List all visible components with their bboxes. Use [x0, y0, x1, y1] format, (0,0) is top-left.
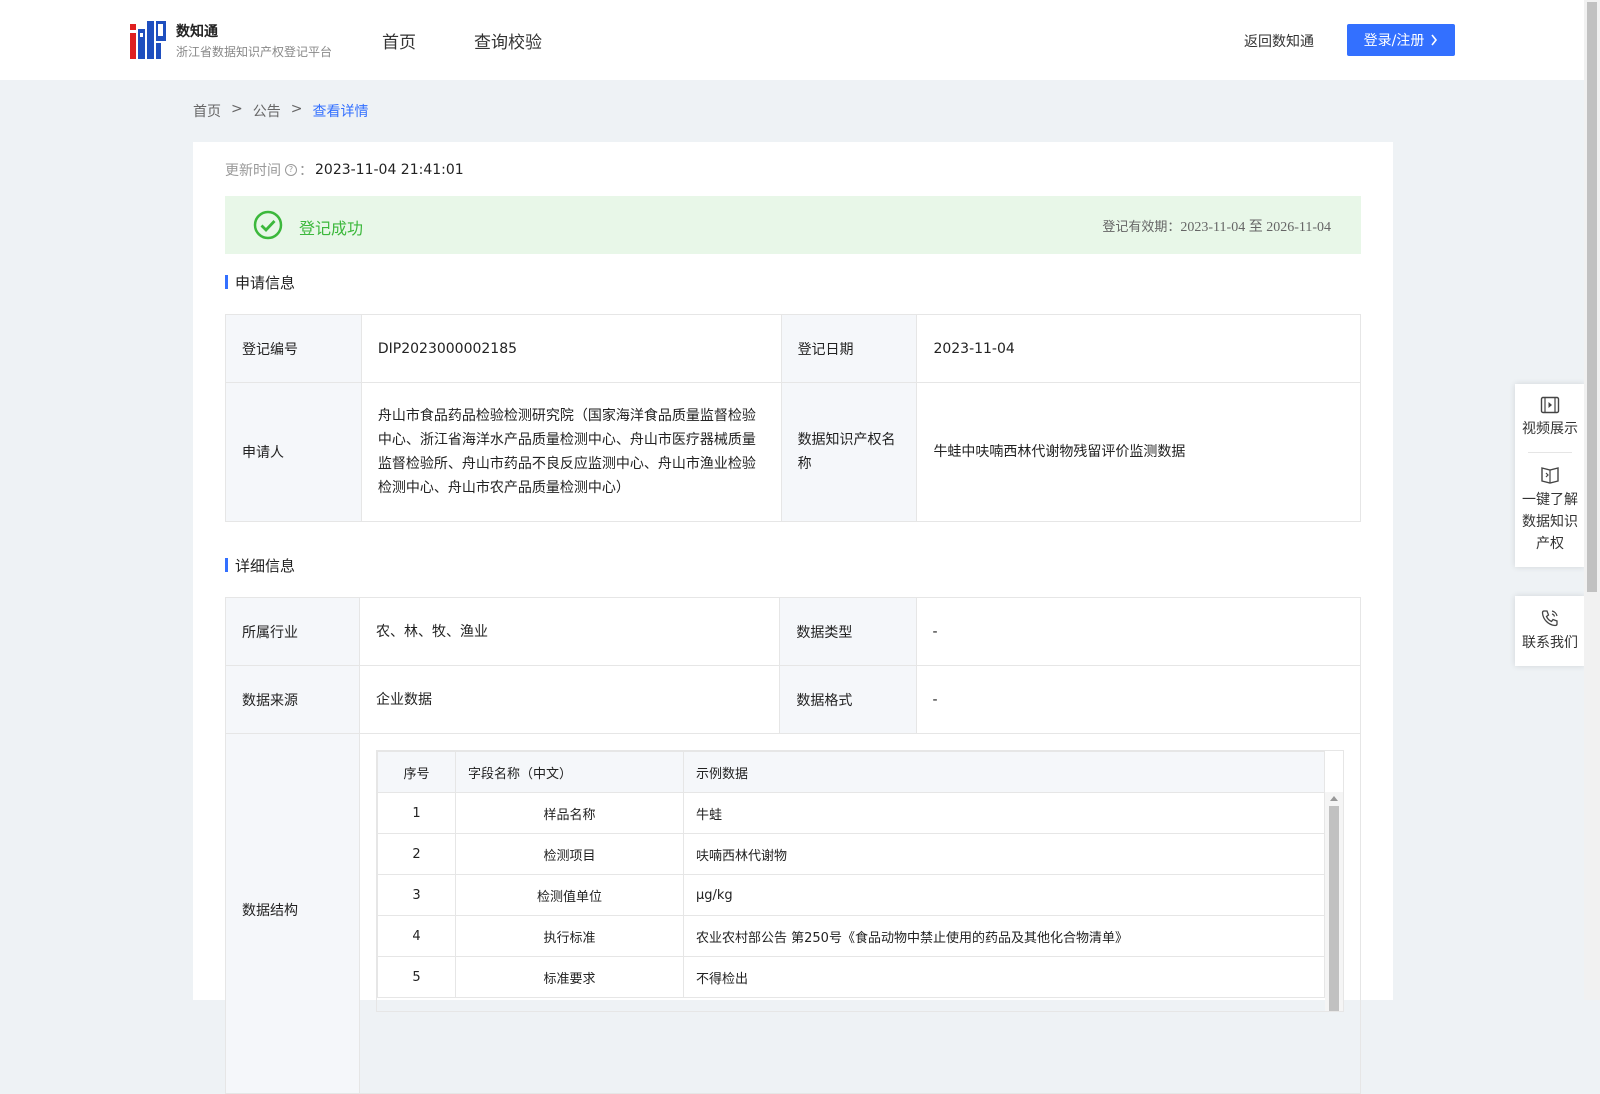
industry-label: 所属行业 — [225, 597, 360, 666]
column-header-sample: 示例数据 — [683, 751, 1325, 793]
back-to-shuzhitong-link[interactable]: 返回数知通 — [1244, 31, 1314, 51]
table-row: 1 样品名称 牛蛙 — [377, 792, 1325, 834]
row-index: 1 — [377, 792, 456, 834]
ip-name-label: 数据知识产权名称 — [780, 382, 918, 522]
registration-status-banner: 登记成功 登记有效期：2023-11-04 至 2026-11-04 — [225, 196, 1361, 254]
table-row: 申请人 舟山市食品药品检验检测研究院（国家海洋食品质量监督检验中心、浙江省海洋水… — [225, 382, 1361, 522]
detail-info-table: 所属行业 农、林、牧、渔业 数据类型 - 数据来源 企业数据 数据格式 - 数据… — [225, 597, 1362, 1094]
row-sample: μg/kg — [683, 874, 1325, 916]
table-row: 数据结构 序号 字段名称（中文） 示例数据 1 样品名称 牛蛙 2 检测项目 呋… — [225, 733, 1361, 1094]
floating-help-panel: 视频展示 一键了解 数据知识 产权 — [1515, 384, 1585, 567]
row-index: 2 — [377, 833, 456, 875]
row-field-name: 标准要求 — [455, 956, 684, 998]
nav-query-verify[interactable]: 查询校验 — [474, 28, 542, 53]
table-row: 所属行业 农、林、牧、渔业 数据类型 - — [225, 597, 1362, 666]
scrollbar-thumb[interactable] — [1329, 806, 1339, 1011]
breadcrumb-current: 查看详情 — [312, 104, 369, 120]
structure-label: 数据结构 — [225, 733, 360, 1094]
platform-logo[interactable] — [130, 21, 166, 59]
update-time-value: 2023-11-04 21:41:01 — [315, 162, 464, 178]
structure-table: 序号 字段名称（中文） 示例数据 1 样品名称 牛蛙 2 检测项目 呋喃西林代谢… — [377, 751, 1325, 998]
learn-data-ip-button[interactable]: 一键了解 数据知识 产权 — [1515, 453, 1585, 567]
reg-date-value: 2023-11-04 — [916, 314, 1361, 383]
detail-card: 更新时间 ? ： 2023-11-04 21:41:01 登记成功 登记有效期：… — [193, 142, 1393, 1094]
breadcrumb-home[interactable]: 首页 — [193, 101, 221, 121]
source-value: 企业数据 — [358, 665, 781, 734]
question-icon[interactable]: ? — [285, 164, 297, 176]
contact-us-button[interactable]: 联系我们 — [1515, 596, 1585, 666]
contact-us-label: 联系我们 — [1522, 635, 1578, 651]
status-text: 登记成功 — [299, 219, 364, 238]
video-icon — [1540, 396, 1560, 414]
update-time-row: 更新时间 ? ： 2023-11-04 21:41:01 — [225, 160, 464, 180]
table-row: 4 执行标准 农业农村部公告 第250号《食品动物中禁止使用的药品及其他化合物清… — [377, 915, 1325, 957]
check-circle-icon — [253, 210, 283, 240]
section-title-application: 申请信息 — [225, 272, 295, 293]
applicant-value: 舟山市食品药品检验检测研究院（国家海洋食品质量监督检验中心、浙江省海洋水产品质量… — [360, 382, 782, 522]
column-header-field-name: 字段名称（中文） — [455, 751, 684, 793]
structure-table-scrollbar[interactable] — [1325, 792, 1343, 1011]
validity-period: 登记有效期：2023-11-04 至 2026-11-04 — [1102, 216, 1331, 236]
table-row: 3 检测值单位 μg/kg — [377, 874, 1325, 916]
application-info-table: 登记编号 DIP2023000002185 登记日期 2023-11-04 申请… — [225, 314, 1361, 522]
structure-cell: 序号 字段名称（中文） 示例数据 1 样品名称 牛蛙 2 检测项目 呋喃西林代谢… — [359, 733, 1361, 1094]
reg-date-label: 登记日期 — [780, 314, 918, 383]
scroll-up-arrow-icon[interactable] — [1330, 796, 1338, 801]
source-label: 数据来源 — [225, 665, 360, 734]
learn-data-ip-line-3: 产权 — [1536, 536, 1564, 552]
row-sample: 农业农村部公告 第250号《食品动物中禁止使用的药品及其他化合物清单》 — [683, 915, 1325, 957]
row-field-name: 检测值单位 — [455, 874, 684, 916]
table-row: 登记编号 DIP2023000002185 登记日期 2023-11-04 — [225, 314, 1361, 383]
row-sample: 牛蛙 — [683, 792, 1325, 834]
page-scrollbar-thumb[interactable] — [1587, 2, 1597, 592]
book-icon — [1541, 467, 1559, 484]
table-row: 数据来源 企业数据 数据格式 - — [225, 665, 1362, 734]
breadcrumb-announcement[interactable]: 公告 — [253, 101, 281, 121]
row-field-name: 检测项目 — [455, 833, 684, 875]
brand-subtitle: 浙江省数据知识产权登记平台 — [176, 45, 333, 59]
reg-no-label: 登记编号 — [225, 314, 362, 383]
reg-no-value: DIP2023000002185 — [360, 314, 782, 383]
row-field-name: 样品名称 — [455, 792, 684, 834]
structure-header-row: 序号 字段名称（中文） 示例数据 — [377, 751, 1325, 793]
format-label: 数据格式 — [779, 665, 917, 734]
phone-icon — [1541, 610, 1558, 627]
format-value: - — [915, 665, 1362, 734]
table-row: 2 检测项目 呋喃西林代谢物 — [377, 833, 1325, 875]
row-index: 3 — [377, 874, 456, 916]
video-showcase-label: 视频展示 — [1522, 421, 1578, 437]
validity-dates: 2023-11-04 至 2026-11-04 — [1180, 220, 1331, 235]
validity-label: 登记有效期： — [1102, 220, 1181, 235]
ip-name-value: 牛蛙中呋喃西林代谢物残留评价监测数据 — [916, 382, 1361, 522]
breadcrumb-separator: > — [290, 101, 303, 117]
learn-data-ip-line-1: 一键了解 — [1522, 492, 1578, 508]
section-title-detail: 详细信息 — [225, 555, 295, 576]
row-index: 5 — [377, 956, 456, 998]
industry-value: 农、林、牧、渔业 — [358, 597, 781, 666]
nav-home[interactable]: 首页 — [382, 28, 416, 53]
update-time-colon: ： — [299, 163, 313, 179]
row-field-name: 执行标准 — [455, 915, 684, 957]
breadcrumb-separator: > — [231, 101, 243, 117]
applicant-label: 申请人 — [225, 382, 362, 522]
table-row: 5 标准要求 不得检出 — [377, 956, 1325, 998]
update-time-label: 更新时间 — [225, 163, 281, 179]
floating-contact-panel: 联系我们 — [1515, 596, 1585, 666]
structure-table-container[interactable]: 序号 字段名称（中文） 示例数据 1 样品名称 牛蛙 2 检测项目 呋喃西林代谢… — [376, 750, 1344, 1012]
column-header-index: 序号 — [377, 751, 456, 793]
row-index: 4 — [377, 915, 456, 957]
brand-name: 数知通 — [176, 24, 218, 40]
chevron-right-icon — [1431, 34, 1438, 46]
data-type-label: 数据类型 — [779, 597, 917, 666]
top-header: 数知通 浙江省数据知识产权登记平台 首页 查询校验 返回数知通 登录/注册 — [0, 0, 1584, 80]
learn-data-ip-line-2: 数据知识 — [1522, 514, 1578, 530]
video-showcase-button[interactable]: 视频展示 — [1515, 384, 1585, 452]
row-sample: 不得检出 — [683, 956, 1325, 998]
row-sample: 呋喃西林代谢物 — [683, 833, 1325, 875]
breadcrumb: 首页 > 公告 > 查看详情 — [193, 101, 368, 121]
data-type-value: - — [915, 597, 1362, 666]
login-register-label: 登录/注册 — [1363, 33, 1425, 49]
login-register-button[interactable]: 登录/注册 — [1347, 24, 1455, 56]
page-scrollbar[interactable] — [1584, 0, 1600, 1000]
